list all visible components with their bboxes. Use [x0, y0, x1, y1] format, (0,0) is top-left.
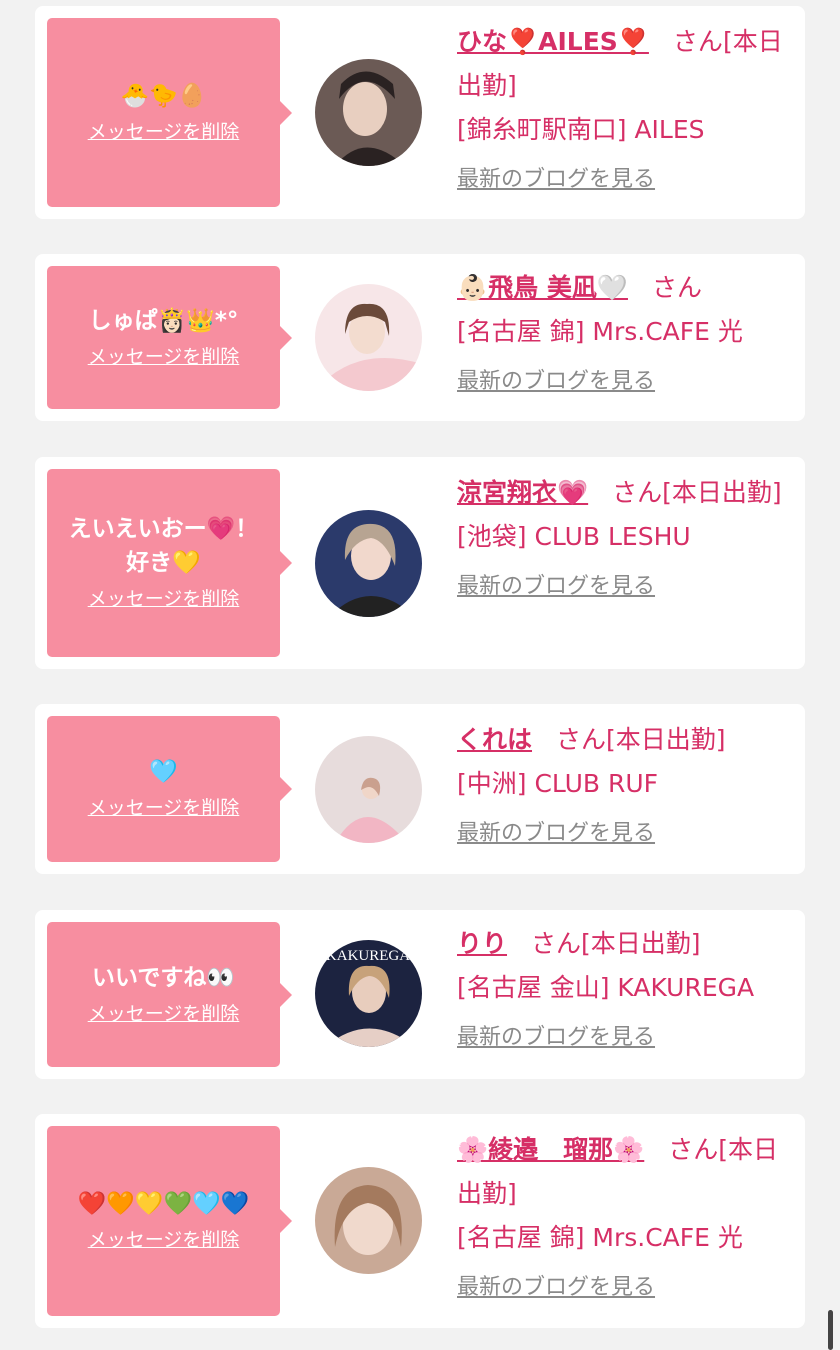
honorific: さん [612, 478, 663, 507]
honorific: さん [672, 27, 723, 56]
avatar-photo: KAKUREGA [315, 940, 422, 1047]
work-status: [本日出勤] [606, 725, 726, 754]
avatar[interactable] [315, 59, 422, 166]
profile-info: りり さん[本日出勤] [名古屋 金山] KAKUREGA 最新のブログを見る [457, 922, 787, 1056]
profile-info: 🌸綾邉 瑠那🌸 さん[本日出勤] [名古屋 錦] Mrs.CAFE 光 最新のブロ… [457, 1128, 787, 1306]
girl-name-link[interactable]: くれは [457, 725, 532, 754]
latest-blog-link[interactable]: 最新のブログを見る [457, 816, 787, 852]
favorite-card: いいですね👀 メッセージを削除 KAKUREGA りり さん[本日出勤] [名古屋… [35, 910, 805, 1079]
avatar[interactable] [315, 510, 422, 617]
girl-name-link[interactable]: りり [457, 929, 507, 958]
message-text: 🐣🐤🥚 [120, 82, 207, 109]
profile-info: 👶🏻飛鳥 美凪🤍 さん [名古屋 錦] Mrs.CAFE 光 最新のブログを見る [457, 266, 787, 400]
latest-blog-link[interactable]: 最新のブログを見る [457, 1270, 787, 1306]
work-status: [本日出勤] [662, 478, 782, 507]
message-bubble: えいえいおー💗！ 好き💛 メッセージを削除 [47, 469, 292, 657]
message-bubble: ❤️🧡💛💚🩵💙 メッセージを削除 [47, 1126, 292, 1316]
profile-info: ひな❣️AILES❣️ さん[本日出勤] [錦糸町駅南口] AILES 最新のブロ… [457, 20, 787, 198]
scrollbar[interactable] [828, 1310, 833, 1350]
girl-name-link[interactable]: ひな❣️AILES❣️ [457, 27, 649, 56]
avatar-photo [315, 284, 422, 391]
delete-message-link[interactable]: メッセージを削除 [88, 999, 240, 1029]
delete-message-link[interactable]: メッセージを削除 [88, 793, 240, 823]
favorite-list: 🐣🐤🥚 メッセージを削除 ひな❣️AILES❣️ さん[本日出勤] [錦糸町駅南口… [0, 0, 840, 1350]
message-text: ❤️🧡💛💚🩵💙 [77, 1191, 250, 1217]
avatar[interactable] [315, 284, 422, 391]
girl-name-link[interactable]: 👶🏻飛鳥 美凪🤍 [457, 273, 628, 302]
avatar-photo [315, 510, 422, 617]
avatar[interactable]: KAKUREGA [315, 940, 422, 1047]
message-text: 🩵 [149, 759, 178, 785]
avatar[interactable] [315, 736, 422, 843]
delete-message-link[interactable]: メッセージを削除 [88, 584, 240, 614]
favorite-card: 🩵 メッセージを削除 くれは さん[本日出勤] [中洲] CLUB RUF 最新の… [35, 704, 805, 874]
shop-label: [名古屋 錦] Mrs.CAFE 光 [457, 1223, 743, 1252]
message-bubble: しゅぱ👸🏻👑*° メッセージを削除 [47, 266, 292, 409]
favorite-card: ❤️🧡💛💚🩵💙 メッセージを削除 🌸綾邉 瑠那🌸 さん[本日出勤] [名古屋 錦]… [35, 1114, 805, 1328]
work-status: [本日出勤] [581, 929, 701, 958]
avatar-photo [315, 736, 422, 843]
shop-label: [中洲] CLUB RUF [457, 769, 659, 798]
latest-blog-link[interactable]: 最新のブログを見る [457, 569, 787, 605]
favorite-card: しゅぱ👸🏻👑*° メッセージを削除 👶🏻飛鳥 美凪🤍 さん [名古屋 錦] Mrs… [35, 254, 805, 421]
shop-label: [池袋] CLUB LESHU [457, 522, 691, 551]
avatar-photo [315, 1167, 422, 1274]
honorific: さん [651, 273, 702, 302]
delete-message-link[interactable]: メッセージを削除 [88, 342, 240, 372]
latest-blog-link[interactable]: 最新のブログを見る [457, 1020, 787, 1056]
girl-name-link[interactable]: 涼宮翔衣💗 [457, 478, 588, 507]
delete-message-link[interactable]: メッセージを削除 [88, 1225, 240, 1255]
profile-info: 涼宮翔衣💗 さん[本日出勤] [池袋] CLUB LESHU 最新のブログを見る [457, 471, 787, 605]
avatar-logo-text: KAKUREGA [326, 948, 410, 964]
shop-label: [錦糸町駅南口] AILES [457, 115, 705, 144]
latest-blog-link[interactable]: 最新のブログを見る [457, 162, 787, 198]
message-bubble: 🐣🐤🥚 メッセージを削除 [47, 18, 292, 207]
avatar-face [343, 82, 387, 136]
profile-info: くれは さん[本日出勤] [中洲] CLUB RUF 最新のブログを見る [457, 718, 787, 852]
message-bubble: いいですね👀 メッセージを削除 [47, 922, 292, 1067]
avatar-photo [315, 59, 422, 166]
shop-label: [名古屋 金山] KAKUREGA [457, 973, 755, 1002]
avatar[interactable] [315, 1167, 422, 1274]
honorific: さん [556, 725, 607, 754]
message-text: えいえいおー💗！ 好き💛 [68, 516, 259, 576]
shop-label: [名古屋 錦] Mrs.CAFE 光 [457, 317, 743, 346]
latest-blog-link[interactable]: 最新のブログを見る [457, 364, 787, 400]
message-bubble: 🩵 メッセージを削除 [47, 716, 292, 862]
honorific: さん [668, 1135, 719, 1164]
delete-message-link[interactable]: メッセージを削除 [88, 117, 240, 147]
girl-name-link[interactable]: 🌸綾邉 瑠那🌸 [457, 1135, 644, 1164]
favorite-card: えいえいおー💗！ 好き💛 メッセージを削除 涼宮翔衣💗 さん[本日出勤] [池袋]… [35, 457, 805, 669]
honorific: さん [531, 929, 582, 958]
message-text: しゅぱ👸🏻👑*° [88, 307, 239, 334]
favorite-card: 🐣🐤🥚 メッセージを削除 ひな❣️AILES❣️ さん[本日出勤] [錦糸町駅南口… [35, 6, 805, 219]
message-text: いいですね👀 [92, 964, 235, 991]
